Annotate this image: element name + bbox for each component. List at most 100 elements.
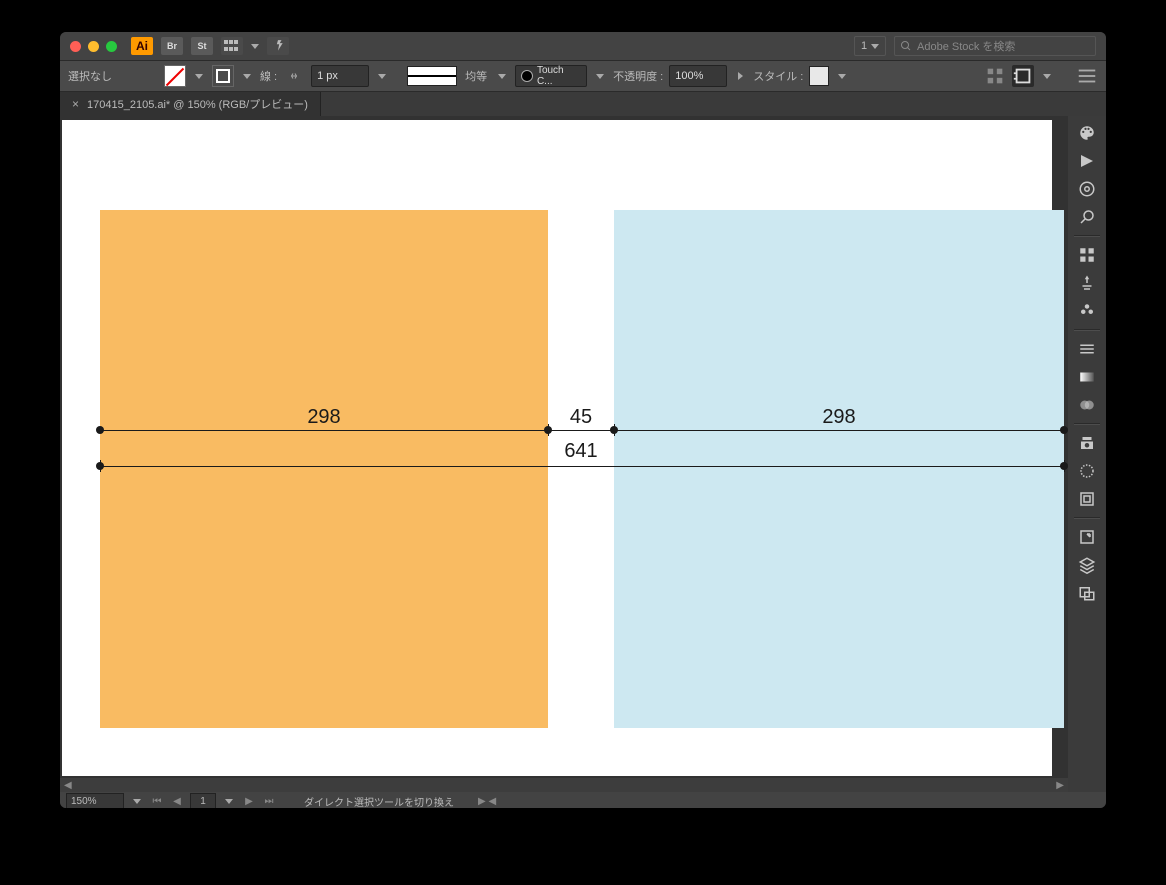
swatches-panel-icon[interactable] (1072, 242, 1102, 268)
transform-panel-icon[interactable] (1012, 65, 1034, 87)
brush-selector[interactable]: Touch C... (515, 65, 587, 87)
measure-cap (1064, 460, 1065, 472)
first-artboard-button[interactable]: ⏮ (150, 794, 164, 808)
zoom-field[interactable]: 150% (66, 793, 124, 808)
opacity-label: 不透明度 : (613, 68, 663, 84)
canvas-workspace[interactable]: 298 45 298 641 ◀ ▶ (60, 116, 1068, 792)
status-bar: 150% ⏮ ◀ 1 ▶ ⏭ ダイレクト選択ツールを切り換え ▶ ◀ (60, 792, 1106, 808)
stroke-profile-dropdown[interactable] (495, 66, 509, 86)
layers-panel-icon[interactable] (1072, 552, 1102, 578)
export-panel-icon[interactable] (1072, 524, 1102, 550)
opacity-dropdown[interactable] (733, 66, 747, 86)
document-tab[interactable]: × 170415_2105.ai* @ 150% (RGB/プレビュー) (60, 92, 321, 116)
document-tab-title: 170415_2105.ai* @ 150% (RGB/プレビュー) (87, 96, 308, 112)
workspace-label: 1 (861, 40, 867, 52)
measure-value-gap: 45 (570, 406, 592, 429)
zoom-dropdown[interactable] (130, 794, 144, 808)
app-logo-icon: Ai (131, 37, 153, 55)
stroke-style-label: 均等 (465, 68, 487, 84)
close-tab-icon[interactable]: × (72, 97, 79, 111)
anchor-point[interactable] (1060, 426, 1068, 434)
brush-name: Touch C... (537, 65, 581, 87)
anchor-point[interactable] (96, 426, 104, 434)
asset-export-panel-icon[interactable] (1072, 580, 1102, 606)
measure-line-left (100, 430, 548, 431)
scroll-right-icon[interactable]: ▶ (1056, 780, 1064, 791)
brush-dropdown[interactable] (593, 66, 607, 86)
window-traffic-lights (70, 41, 117, 52)
symbols-panel-icon[interactable] (1072, 298, 1102, 324)
color-panel-icon[interactable] (1072, 120, 1102, 146)
last-artboard-button[interactable]: ⏭ (262, 794, 276, 808)
search-input[interactable]: Adobe Stock を検索 (894, 36, 1096, 56)
arrange-documents-button[interactable] (221, 37, 243, 55)
transform-dropdown[interactable] (1040, 66, 1054, 86)
navigator-panel-icon[interactable] (1072, 204, 1102, 230)
app-window: Ai Br St 1 Adobe Stock を検索 選択なし 線 : 1 px (60, 32, 1106, 808)
panel-separator (1074, 517, 1100, 519)
titlebar: Ai Br St 1 Adobe Stock を検索 (60, 32, 1106, 60)
horizontal-scrollbar[interactable]: ◀ ▶ (60, 778, 1068, 792)
gradient-panel-icon[interactable] (1072, 364, 1102, 390)
status-expand-icon[interactable]: ▶ ◀ (478, 796, 496, 807)
artboard: 298 45 298 641 (62, 120, 1052, 776)
zoom-window-button[interactable] (106, 41, 117, 52)
search-placeholder: Adobe Stock を検索 (917, 38, 1015, 54)
fill-dropdown[interactable] (192, 66, 206, 86)
main-area: 298 45 298 641 ◀ ▶ (60, 116, 1106, 792)
close-window-button[interactable] (70, 41, 81, 52)
properties-panel-icon[interactable] (1072, 176, 1102, 202)
fill-swatch[interactable] (164, 65, 186, 87)
bridge-button[interactable]: Br (161, 37, 183, 55)
stroke-swatch[interactable] (212, 65, 234, 87)
gpu-performance-button[interactable] (267, 37, 289, 55)
stroke-label: 線 : (260, 68, 277, 84)
transparency-panel-icon[interactable] (1072, 392, 1102, 418)
measure-line-right (614, 430, 1064, 431)
search-icon (900, 40, 912, 52)
measure-value-left: 298 (307, 406, 340, 429)
scroll-left-icon[interactable]: ◀ (64, 780, 72, 791)
stroke-width-field[interactable]: 1 px (311, 65, 369, 87)
menu-icon[interactable] (1076, 65, 1098, 87)
measure-value-total: 641 (564, 440, 597, 463)
measure-value-right: 298 (822, 406, 855, 429)
color-guide-panel-icon[interactable] (1072, 148, 1102, 174)
stroke-profile-preview[interactable] (407, 66, 457, 86)
orange-rectangle[interactable] (100, 210, 548, 728)
control-bar: 選択なし 線 : 1 px 均等 Touch C... 不透明度 : 100% … (60, 60, 1106, 92)
panel-separator (1074, 329, 1100, 331)
graphic-style-swatch[interactable] (809, 66, 829, 86)
next-artboard-button[interactable]: ▶ (242, 794, 256, 808)
opacity-field[interactable]: 100% (669, 65, 727, 87)
align-panel-icon[interactable] (984, 65, 1006, 87)
artboard-dropdown[interactable] (222, 794, 236, 808)
stroke-dropdown[interactable] (240, 66, 254, 86)
stock-button[interactable]: St (191, 37, 213, 55)
brush-preview-icon (521, 70, 533, 82)
style-dropdown[interactable] (835, 66, 849, 86)
cc-libraries-panel-icon[interactable] (1072, 430, 1102, 456)
document-tab-bar: × 170415_2105.ai* @ 150% (RGB/プレビュー) (60, 92, 1106, 116)
panel-separator (1074, 235, 1100, 237)
measure-cap (614, 424, 615, 436)
prev-artboard-button[interactable]: ◀ (170, 794, 184, 808)
panel-dock (1068, 116, 1106, 792)
brushes-panel-icon[interactable] (1072, 270, 1102, 296)
tool-hint: ダイレクト選択ツールを切り換え (304, 794, 454, 809)
selection-label: 選択なし (68, 68, 112, 84)
appearance-panel-icon[interactable] (1072, 458, 1102, 484)
measure-line-gap (548, 430, 614, 431)
panel-separator (1074, 423, 1100, 425)
stroke-link-icon[interactable] (283, 65, 305, 87)
artboards-panel-icon[interactable] (1072, 486, 1102, 512)
blue-rectangle[interactable] (614, 210, 1064, 728)
stroke-width-dropdown[interactable] (375, 66, 389, 86)
stroke-panel-icon[interactable] (1072, 336, 1102, 362)
measure-cap (100, 460, 101, 472)
chevron-down-icon (251, 44, 259, 49)
workspace-selector[interactable]: 1 (854, 36, 886, 56)
artboard-number-field[interactable]: 1 (190, 793, 216, 808)
measure-cap (548, 424, 549, 436)
minimize-window-button[interactable] (88, 41, 99, 52)
